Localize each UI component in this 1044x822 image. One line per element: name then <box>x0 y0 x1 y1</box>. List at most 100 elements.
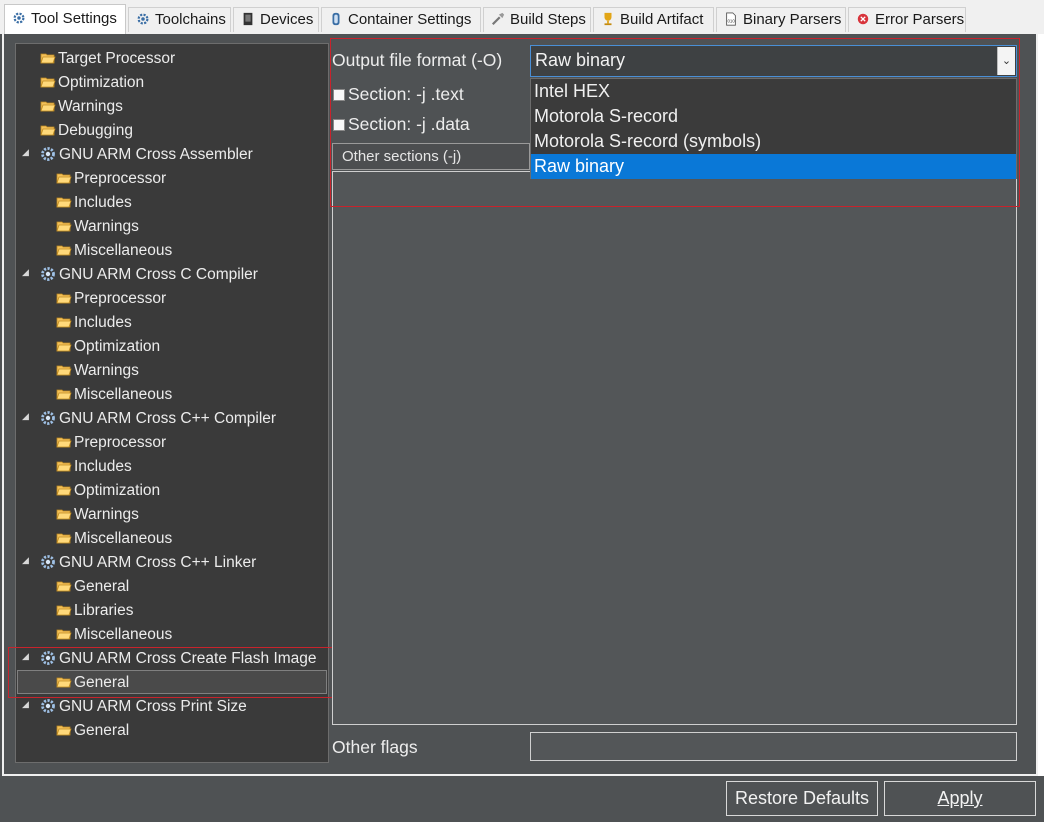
tree-item[interactable]: Libraries <box>56 600 133 622</box>
right-edge <box>1038 34 1044 776</box>
tree-item[interactable]: Warnings <box>56 216 139 238</box>
gear-icon <box>40 146 59 163</box>
tree-item[interactable]: Optimization <box>40 72 144 94</box>
tab-build-steps[interactable]: Build Steps <box>483 7 591 32</box>
tree-item-label: GNU ARM Cross C++ Linker <box>59 554 257 571</box>
tree-item-label: Debugging <box>58 122 133 139</box>
folder-icon <box>56 290 74 307</box>
tree-item-label: Preprocessor <box>74 434 167 451</box>
folder-icon <box>56 242 74 259</box>
folder-icon <box>56 722 74 739</box>
folder-icon <box>56 170 74 187</box>
tree-item-label: Warnings <box>74 506 139 523</box>
other-flags-input[interactable] <box>530 732 1017 761</box>
gear-icon <box>40 698 59 715</box>
expand-triangle-icon[interactable]: ◢ <box>22 147 32 157</box>
restore-defaults-label: Restore Defaults <box>734 788 870 808</box>
tab-tool-settings[interactable]: Tool Settings <box>4 4 126 34</box>
binary-icon: 010 <box>726 12 736 26</box>
gear-icon <box>40 410 59 427</box>
tab-label: Devices <box>260 11 314 28</box>
tree-item[interactable]: Includes <box>56 456 132 478</box>
tree-item[interactable]: Preprocessor <box>56 432 166 454</box>
tree-item[interactable]: Miscellaneous <box>56 240 172 262</box>
tab-label: Error Parsers <box>875 11 965 28</box>
tab-label: Tool Settings <box>31 10 117 27</box>
tab-label: Container Settings <box>348 11 472 28</box>
tree-item[interactable]: Includes <box>56 192 132 214</box>
svg-text:010: 010 <box>728 19 736 24</box>
tree-item-label: Optimization <box>74 482 161 499</box>
tree-tool-item[interactable]: GNU ARM Cross Print Size <box>40 696 247 718</box>
tab-label: Toolchains <box>155 11 226 28</box>
tab-bar: Tool Settings Toolchains Devices Contain… <box>0 0 1044 34</box>
tree-item[interactable]: Target Processor <box>40 48 175 70</box>
restore-defaults-button[interactable]: Restore Defaults <box>726 781 878 816</box>
tree-tool-item[interactable]: GNU ARM Cross C++ Compiler <box>40 408 276 430</box>
tree-item-label: Includes <box>74 194 132 211</box>
tree-item-label: Optimization <box>74 338 161 355</box>
apply-label: Apply <box>937 788 983 808</box>
tree-item-label: Includes <box>74 314 132 331</box>
folder-icon <box>56 482 74 499</box>
tree-item-label: GNU ARM Cross C Compiler <box>59 266 258 283</box>
tree-item[interactable]: General <box>56 720 129 742</box>
tree-item-label: Optimization <box>58 74 145 91</box>
tree-item[interactable]: Warnings <box>40 96 123 118</box>
expand-triangle-icon[interactable]: ◢ <box>22 411 32 421</box>
folder-icon <box>56 434 74 451</box>
folder-icon <box>56 578 74 595</box>
other-sections-list[interactable] <box>332 171 1017 725</box>
tool-settings-icon <box>13 12 25 24</box>
tree-item[interactable]: Optimization <box>56 480 160 502</box>
toolchains-icon <box>137 13 149 25</box>
folder-icon <box>56 530 74 547</box>
error-icon <box>857 13 869 25</box>
tab-label: Build Steps <box>510 11 586 28</box>
tree-item[interactable]: Miscellaneous <box>56 528 172 550</box>
tree-item[interactable]: Warnings <box>56 360 139 382</box>
folder-icon <box>40 50 58 67</box>
tree-item-label: Miscellaneous <box>74 626 173 643</box>
tree-item-label: Warnings <box>58 98 123 115</box>
folder-icon <box>40 122 58 139</box>
tab-label: Build Artifact <box>620 11 704 28</box>
tab-label: Binary Parsers <box>743 11 842 28</box>
folder-icon <box>56 626 74 643</box>
tab-toolchains[interactable]: Toolchains <box>128 7 231 32</box>
apply-button[interactable]: Apply <box>884 781 1036 816</box>
expand-triangle-icon[interactable]: ◢ <box>22 267 32 277</box>
folder-icon <box>56 386 74 403</box>
tree-item[interactable]: Miscellaneous <box>56 384 172 406</box>
gear-icon <box>40 266 59 283</box>
folder-icon <box>56 218 74 235</box>
tree-item-label: Target Processor <box>58 50 176 67</box>
tree-item[interactable]: Warnings <box>56 504 139 526</box>
tree-item[interactable]: Preprocessor <box>56 168 166 190</box>
tree-item-label: GNU ARM Cross Assembler <box>59 146 253 163</box>
tab-container-settings[interactable]: Container Settings <box>321 7 481 32</box>
tab-build-artifact[interactable]: Build Artifact <box>593 7 714 32</box>
expand-triangle-icon[interactable]: ◢ <box>22 555 32 565</box>
tree-tool-item[interactable]: GNU ARM Cross Assembler <box>40 144 253 166</box>
tree-item[interactable]: Optimization <box>56 336 160 358</box>
tab-error-parsers[interactable]: Error Parsers <box>848 7 966 32</box>
tree-tool-item[interactable]: GNU ARM Cross C++ Linker <box>40 552 256 574</box>
tree-item[interactable]: Debugging <box>40 120 133 142</box>
tree-item[interactable]: Includes <box>56 312 132 334</box>
tab-binary-parsers[interactable]: 010 Binary Parsers <box>716 7 846 32</box>
trophy-icon <box>604 12 612 26</box>
folder-icon <box>56 602 74 619</box>
tab-devices[interactable]: Devices <box>233 7 319 32</box>
tree-item[interactable]: Preprocessor <box>56 288 166 310</box>
tree-item[interactable]: Miscellaneous <box>56 624 172 646</box>
expand-triangle-icon[interactable]: ◢ <box>22 699 32 709</box>
tree-item-label: Warnings <box>74 218 139 235</box>
other-flags-label: Other flags <box>332 737 418 757</box>
folder-icon <box>40 98 58 115</box>
tree-item-label: Miscellaneous <box>74 242 173 259</box>
tree-tool-item[interactable]: GNU ARM Cross C Compiler <box>40 264 258 286</box>
devices-icon <box>243 12 253 26</box>
tree-item[interactable]: General <box>56 576 129 598</box>
tree-item-label: Warnings <box>74 362 139 379</box>
